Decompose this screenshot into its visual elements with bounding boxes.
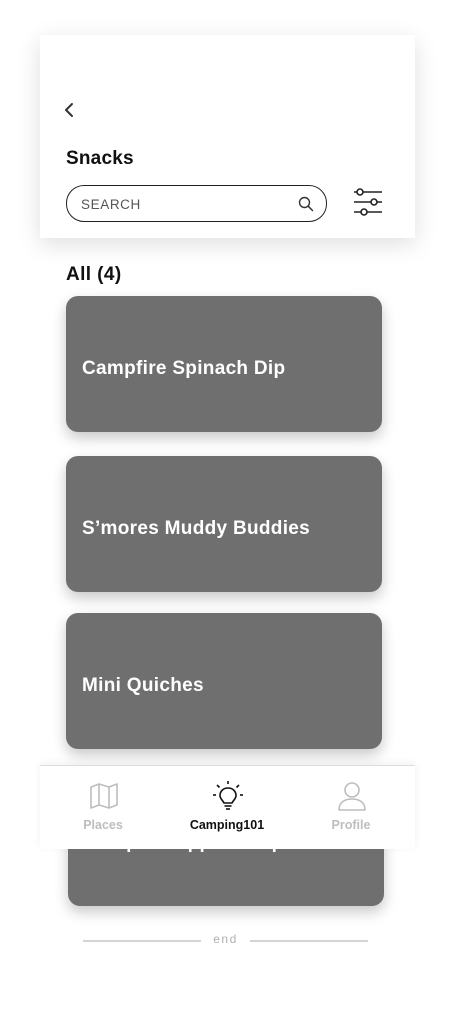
bottom-nav: Places Camping101 Profile	[40, 765, 415, 849]
snack-card-label: S’mores Muddy Buddies	[82, 518, 311, 539]
nav-item-places[interactable]: Places	[48, 766, 158, 850]
end-label: end	[213, 932, 238, 946]
lightbulb-icon	[213, 781, 243, 810]
sliders-icon[interactable]	[352, 186, 384, 218]
nav-item-profile[interactable]: Profile	[296, 766, 406, 850]
page-title: Snacks	[66, 148, 134, 169]
search-icon[interactable]	[298, 196, 314, 212]
nav-label: Places	[83, 818, 123, 832]
snack-card[interactable]: Mini Quiches	[66, 613, 382, 749]
map-icon	[90, 783, 118, 809]
snack-card[interactable]: S’mores Muddy Buddies	[66, 456, 382, 592]
nav-label: Camping101	[189, 818, 265, 832]
snack-card-label: Mini Quiches	[82, 675, 204, 696]
header: Snacks	[40, 35, 415, 238]
search-box[interactable]	[66, 185, 327, 222]
divider	[250, 940, 368, 942]
nav-label: Profile	[331, 818, 371, 832]
snack-card-label: Campfire Spinach Dip	[82, 358, 286, 379]
snack-card[interactable]: Campfire Spinach Dip	[66, 296, 382, 432]
chevron-left-icon[interactable]	[62, 101, 76, 119]
nav-item-camping101[interactable]: Camping101	[172, 766, 282, 850]
user-icon	[338, 782, 366, 811]
search-input[interactable]	[81, 194, 281, 214]
end-of-list: end	[83, 932, 368, 948]
section-heading: All (4)	[66, 264, 122, 285]
